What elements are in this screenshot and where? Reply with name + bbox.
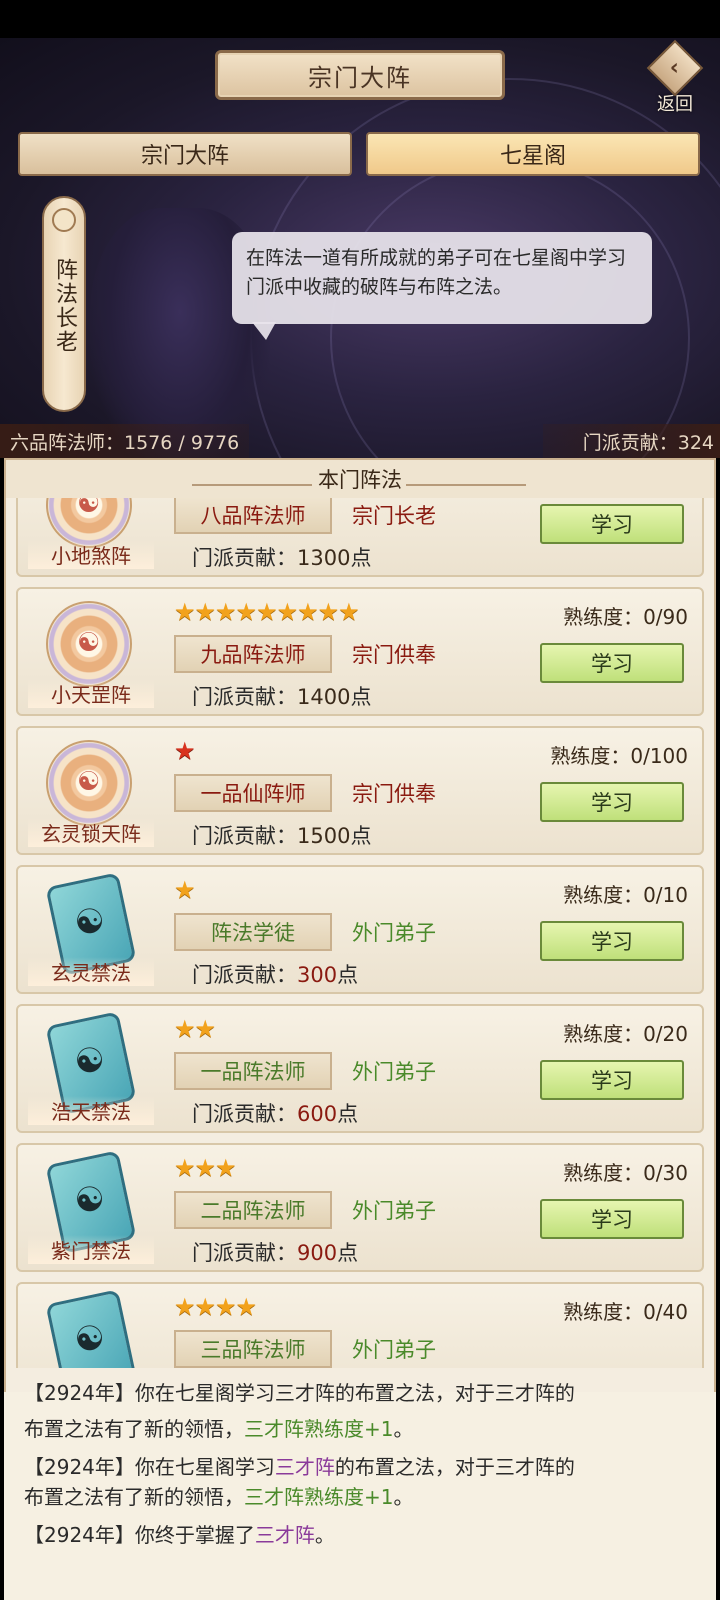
log-entry: 【2924年】你在七星阁学习三才阵的布置之法，对于三才阵的 布置之法有了新的领悟… — [24, 1455, 575, 1509]
header-ornament-right-icon — [406, 472, 526, 486]
page-title-plate: 宗门大阵 — [215, 50, 505, 100]
star-rating: ★★ — [174, 1015, 216, 1043]
required-role: 外门弟子 — [352, 1060, 436, 1084]
log-entry: 布置之法有了新的领悟，三才阵熟练度+1。 — [24, 1417, 414, 1441]
required-role: 外门弟子 — [352, 921, 436, 945]
required-role: 宗门供奉 — [352, 782, 436, 806]
required-role: 宗门供奉 — [352, 643, 436, 667]
required-rank-tag: 一品阵法师 — [174, 1052, 332, 1090]
log-entry-partial: 【2924年】你在七星阁学习三才阵的布置之法，对于三才阵的 — [24, 1381, 575, 1405]
mastery-text: 熟练度：0/20 — [563, 1022, 688, 1046]
star-rating: ★★★★★★★★★ — [174, 598, 360, 626]
required-role: 外门弟子 — [352, 1338, 436, 1362]
event-log: 【2924年】你在七星阁学习三才阵的布置之法，对于三才阵的 布置之法有了新的领悟… — [4, 1381, 716, 1600]
formation-disk-icon — [46, 601, 132, 687]
learn-button[interactable]: 学习 — [540, 921, 684, 961]
formation-name: 玄灵禁法 — [28, 957, 154, 986]
log-entry: 【2924年】你终于掌握了三才阵。 — [24, 1523, 335, 1547]
required-rank-tag: 阵法学徒 — [174, 913, 332, 951]
mastery-text: 熟练度：0/30 — [563, 1161, 688, 1185]
formation-card[interactable]: 玄灵禁法 ★ 熟练度：0/10 阵法学徒 外门弟子 门派贡献：300点 学习 — [16, 865, 704, 994]
contribution-cost: 门派贡献：1300点 — [192, 546, 372, 570]
elder-name-plaque: 阵法长老 — [42, 196, 86, 412]
contribution-cost: 门派贡献：300点 — [192, 963, 359, 987]
learn-button[interactable]: 学习 — [540, 643, 684, 683]
formation-name: 小天罡阵 — [28, 679, 154, 708]
star-rating: ★ — [174, 876, 195, 904]
formation-card[interactable]: 玄灵锁天阵 ★ 熟练度：0/100 一品仙阵师 宗门供奉 门派贡献：1500点 … — [16, 726, 704, 855]
required-rank-tag: 二品阵法师 — [174, 1191, 332, 1229]
formation-card[interactable]: 紫门禁法 ★★★ 熟练度：0/30 二品阵法师 外门弟子 门派贡献：900点 学… — [16, 1143, 704, 1272]
formation-name: 玄灵锁天阵 — [28, 818, 154, 847]
tab-sect-formation[interactable]: 宗门大阵 — [18, 132, 352, 176]
formation-disk-icon — [46, 740, 132, 826]
elder-name: 阵法长老 — [52, 258, 77, 354]
formation-card[interactable]: 小天罡阵 ★★★★★★★★★ 熟练度：0/90 九品阵法师 宗门供奉 门派贡献：… — [16, 587, 704, 716]
elder-speech-bubble: 在阵法一道有所成就的弟子可在七星阁中学习门派中收藏的破阵与布阵之法。 — [232, 232, 652, 340]
header-ornament-left-icon — [192, 472, 312, 486]
star-rating: ★ — [174, 737, 195, 765]
plaque-ornament-icon — [52, 208, 76, 232]
required-rank-tag: 三品阵法师 — [174, 1330, 332, 1368]
elder-dialogue: 在阵法一道有所成就的弟子可在七星阁中学习门派中收藏的破阵与布阵之法。 — [246, 247, 627, 298]
status-bar — [0, 0, 720, 38]
formation-name: 小地煞阵 — [28, 540, 154, 569]
formation-card[interactable]: 浩天禁法 ★★ 熟练度：0/20 一品阵法师 外门弟子 门派贡献：600点 学习 — [16, 1004, 704, 1133]
contribution-cost: 门派贡献：900点 — [192, 1241, 359, 1265]
page-title: 宗门大阵 — [308, 63, 412, 92]
required-role: 外门弟子 — [352, 1199, 436, 1223]
formation-card[interactable]: 小地煞阵 ★★★★★★★★ 熟练度：0/80 八品阵法师 宗门长老 门派贡献：1… — [16, 498, 704, 577]
rank-progress: 六品阵法师：1576 / 9776 — [0, 424, 250, 458]
required-rank-tag: 八品阵法师 — [174, 498, 332, 534]
taiji-book-icon — [45, 1289, 137, 1368]
mastery-text: 熟练度：0/90 — [563, 605, 688, 629]
mastery-text: 熟练度：0/10 — [563, 883, 688, 907]
learn-button[interactable]: 学习 — [540, 1199, 684, 1239]
contribution-total: 门派贡献：324 — [542, 424, 720, 458]
learn-button[interactable]: 学习 — [540, 1060, 684, 1100]
formation-name: 浩天禁法 — [28, 1096, 154, 1125]
learn-button[interactable]: 学习 — [540, 782, 684, 822]
contribution-cost: 门派贡献：1400点 — [192, 685, 372, 709]
star-rating: ★★★★ — [174, 1293, 257, 1321]
contribution-cost: 门派贡献：1500点 — [192, 824, 372, 848]
back-arrow-icon: ‹ — [646, 39, 704, 97]
required-role: 宗门长老 — [352, 504, 436, 528]
formation-name: 紫门禁法 — [28, 1235, 154, 1264]
contribution-cost: 门派贡献：600点 — [192, 1102, 359, 1126]
formation-list[interactable]: 小地煞阵 ★★★★★★★★ 熟练度：0/80 八品阵法师 宗门长老 门派贡献：1… — [16, 498, 706, 1368]
back-button[interactable]: ‹ 返回 — [640, 39, 710, 116]
panel-header: 本门阵法 — [6, 460, 714, 498]
learn-button[interactable]: 学习 — [540, 504, 684, 544]
mastery-text: 熟练度：0/40 — [563, 1300, 688, 1324]
tab-seven-star-pavilion[interactable]: 七星阁 — [366, 132, 700, 176]
panel-title: 本门阵法 — [318, 468, 402, 492]
required-rank-tag: 一品仙阵师 — [174, 774, 332, 812]
required-rank-tag: 九品阵法师 — [174, 635, 332, 673]
formation-card[interactable]: ★★★★ 熟练度：0/40 三品阵法师 外门弟子 — [16, 1282, 704, 1368]
star-rating: ★★★ — [174, 1154, 237, 1182]
mastery-text: 熟练度：0/100 — [550, 744, 688, 768]
